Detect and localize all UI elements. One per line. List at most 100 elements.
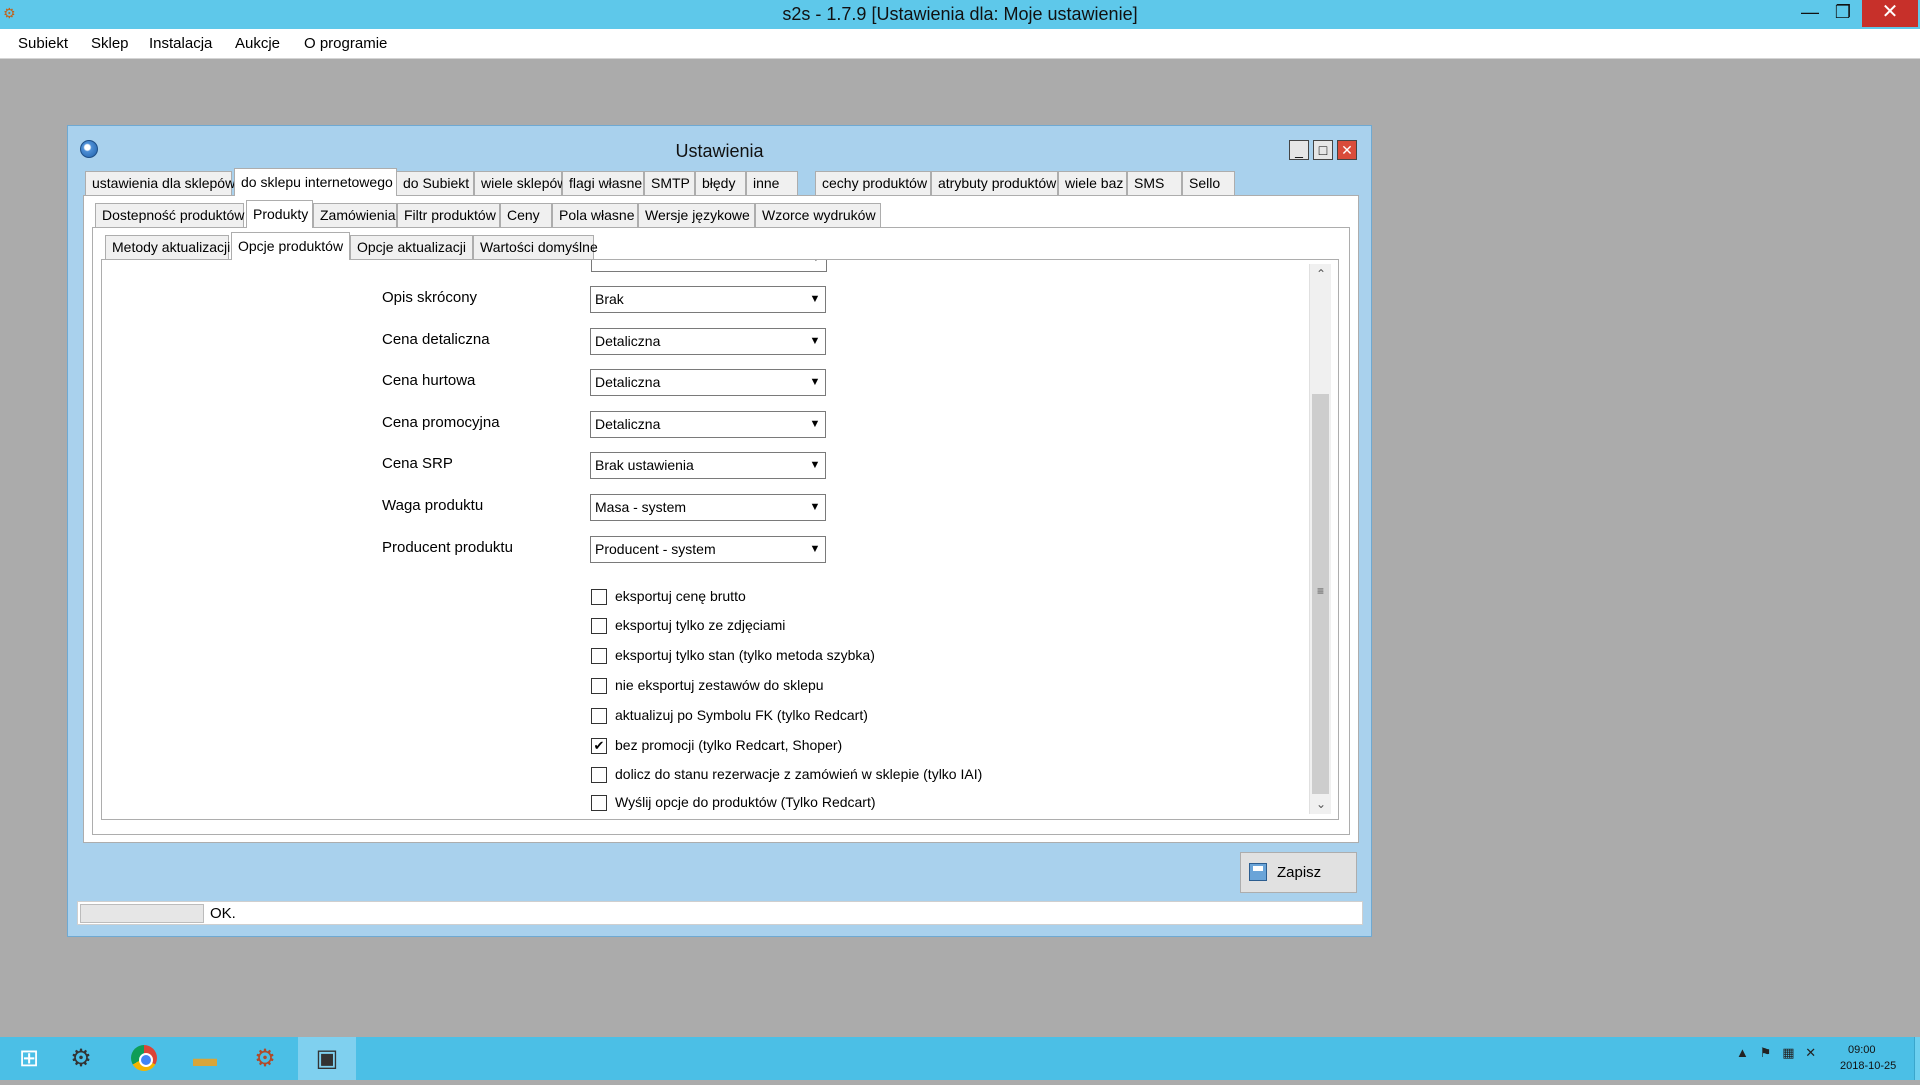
label-producent-produktu: Producent produktu: [382, 539, 513, 556]
tab-wzorce-wydrukow[interactable]: Wzorce wydruków: [755, 203, 881, 227]
chevron-down-icon: ▼: [809, 260, 823, 271]
file-explorer-icon[interactable]: ▬: [176, 1037, 234, 1080]
tab-opcje-aktualizacji[interactable]: Opcje aktualizacji: [350, 235, 473, 259]
vertical-scrollbar[interactable]: ⌃ ≡ ⌄: [1309, 264, 1331, 814]
chrome-icon[interactable]: [115, 1037, 173, 1080]
checkbox-box[interactable]: [591, 589, 607, 605]
cena-promocyjna-select[interactable]: Detaliczna ▼: [590, 411, 826, 438]
producent-produktu-select[interactable]: Producent - system ▼: [590, 536, 826, 563]
label-cena-srp: Cena SRP: [382, 455, 453, 472]
chevron-down-icon[interactable]: ⌄: [1310, 794, 1332, 814]
tab-filtr-produktow[interactable]: Filtr produktów: [397, 203, 500, 227]
chevron-down-icon: ▼: [809, 376, 821, 388]
tab-bledy[interactable]: błędy: [695, 171, 746, 195]
dialog-maximize-button[interactable]: □: [1313, 140, 1333, 160]
checkbox-box[interactable]: [591, 648, 607, 664]
opis-combo-partial[interactable]: ▼: [591, 260, 827, 272]
tab-do-sklepu-internetowego[interactable]: do sklepu internetowego: [234, 168, 397, 196]
tab-dostepnosc-produktow[interactable]: Dostepność produktów: [95, 203, 244, 227]
chevron-down-icon: ▼: [809, 501, 821, 513]
system-tray[interactable]: ▲ ⚑ ▦ ✕: [1736, 1045, 1816, 1061]
tab-ustawienia-dla-sklepow[interactable]: ustawienia dla sklepów: [85, 171, 235, 195]
label-cena-detaliczna: Cena detaliczna: [382, 331, 490, 348]
scroll-thumb[interactable]: ≡: [1312, 394, 1329, 794]
dialog-close-button[interactable]: ✕: [1337, 140, 1357, 160]
tab-wersje-jezykowe[interactable]: Wersje językowe: [638, 203, 755, 227]
chevron-down-icon: ▼: [809, 543, 821, 555]
checkbox-label: eksportuj cenę brutto: [615, 588, 746, 604]
clock-date[interactable]: 2018-10-25: [1840, 1060, 1896, 1072]
tab-wartosci-domyslne[interactable]: Wartości domyślne: [473, 235, 598, 259]
checkbox-box[interactable]: [591, 708, 607, 724]
tab-inne[interactable]: inne: [746, 171, 798, 195]
label-cena-hurtowa: Cena hurtowa: [382, 372, 476, 389]
cena-srp-value: Brak ustawienia: [595, 457, 694, 473]
tab-produkty[interactable]: Produkty: [246, 200, 313, 228]
menu-instalacja[interactable]: Instalacja: [149, 35, 212, 52]
tab-zamowienia[interactable]: Zamówienia: [313, 203, 397, 227]
cena-promocyjna-value: Detaliczna: [595, 416, 661, 432]
app-title: s2s - 1.7.9 [Ustawienia dla: Moje ustawi…: [782, 4, 1138, 24]
minimize-button[interactable]: —: [1795, 0, 1825, 27]
tab-wiele-sklepow[interactable]: wiele sklepów: [474, 171, 567, 195]
tab-atrybuty-produktow[interactable]: atrybuty produktów: [931, 171, 1058, 195]
tab-opcje-produktow[interactable]: Opcje produktów: [231, 232, 350, 260]
tab-sms[interactable]: SMS: [1127, 171, 1182, 195]
menu-sklep[interactable]: Sklep: [91, 35, 129, 52]
app-shortcut-icon[interactable]: ⚙: [52, 1037, 110, 1080]
grip-icon: ≡: [1316, 584, 1324, 598]
windows-start-icon[interactable]: ⊞: [0, 1037, 58, 1080]
checkbox-label: Wyślij opcje do produktów (Tylko Redcart…: [615, 794, 876, 810]
tab-flagi-wlasne[interactable]: flagi własne: [562, 171, 644, 195]
status-bar: OK.: [77, 901, 1363, 925]
status-text: OK.: [210, 905, 236, 922]
app-titlebar: ⚙ s2s - 1.7.9 [Ustawienia dla: Moje usta…: [0, 0, 1920, 29]
restore-button[interactable]: ❐: [1826, 0, 1860, 27]
tab-pola-wlasne[interactable]: Pola własne: [552, 203, 638, 227]
checkbox-box[interactable]: [591, 767, 607, 783]
progress-bar: [80, 904, 204, 923]
dialog-title: Ustawienia: [675, 141, 764, 161]
tabs-level2: Dostepność produktów Produkty Zamówienia…: [95, 200, 1295, 228]
menu-o-programie[interactable]: O programie: [304, 35, 387, 52]
tab-cechy-produktow[interactable]: cechy produktów: [815, 171, 931, 195]
opis-skrocony-value: Brak: [595, 291, 624, 307]
tab-metody-aktualizacji[interactable]: Metody aktualizacji: [105, 235, 230, 259]
clock-time[interactable]: 09:00: [1848, 1044, 1876, 1056]
tab-do-subiekt[interactable]: do Subiekt: [396, 171, 474, 195]
menu-bar: Subiekt Sklep Instalacja Aukcje O progra…: [0, 29, 1920, 59]
chevron-down-icon: ▼: [809, 335, 821, 347]
checkbox-box[interactable]: [591, 795, 607, 811]
show-desktop-button[interactable]: [1914, 1037, 1920, 1080]
menu-subiekt[interactable]: Subiekt: [18, 35, 68, 52]
chevron-up-icon[interactable]: ⌃: [1310, 264, 1332, 284]
opis-skrocony-select[interactable]: Brak ▼: [590, 286, 826, 313]
tab-wiele-baz[interactable]: wiele baz: [1058, 171, 1127, 195]
s2s-app-icon[interactable]: ⚙: [236, 1037, 294, 1080]
checkbox-label: bez promocji (tylko Redcart, Shoper): [615, 737, 843, 753]
close-button[interactable]: ✕: [1862, 0, 1918, 27]
chevron-down-icon: ▼: [809, 418, 821, 430]
save-label: Zapisz: [1277, 864, 1322, 881]
cena-srp-select[interactable]: Brak ustawienia ▼: [590, 452, 826, 479]
waga-produktu-select[interactable]: Masa - system ▼: [590, 494, 826, 521]
save-button[interactable]: Zapisz: [1240, 852, 1357, 893]
menu-aukcje[interactable]: Aukcje: [235, 35, 280, 52]
checkmark-icon[interactable]: ✔: [591, 738, 607, 754]
cena-detaliczna-select[interactable]: Detaliczna ▼: [590, 328, 826, 355]
chevron-down-icon: ▼: [809, 293, 821, 305]
dialog-minimize-button[interactable]: _: [1289, 140, 1309, 160]
checkbox-box[interactable]: [591, 678, 607, 694]
waga-produktu-value: Masa - system: [595, 499, 687, 515]
taskbar: ⊞ ⚙ ▬ ⚙ ▣ ▲ ⚑ ▦ ✕ 09:00 2018-10-25: [0, 1037, 1920, 1080]
cena-hurtowa-value: Detaliczna: [595, 374, 661, 390]
window-app-icon[interactable]: ▣: [298, 1037, 356, 1080]
tab-smtp[interactable]: SMTP: [644, 171, 695, 195]
tab-sello[interactable]: Sello: [1182, 171, 1235, 195]
checkbox-label: nie eksportuj zestawów do sklepu: [615, 677, 824, 693]
tab-ceny[interactable]: Ceny: [500, 203, 552, 227]
cena-hurtowa-select[interactable]: Detaliczna ▼: [590, 369, 826, 396]
checkbox-box[interactable]: [591, 618, 607, 634]
label-cena-promocyjna: Cena promocyjna: [382, 414, 500, 431]
producent-produktu-value: Producent - system: [595, 541, 716, 557]
